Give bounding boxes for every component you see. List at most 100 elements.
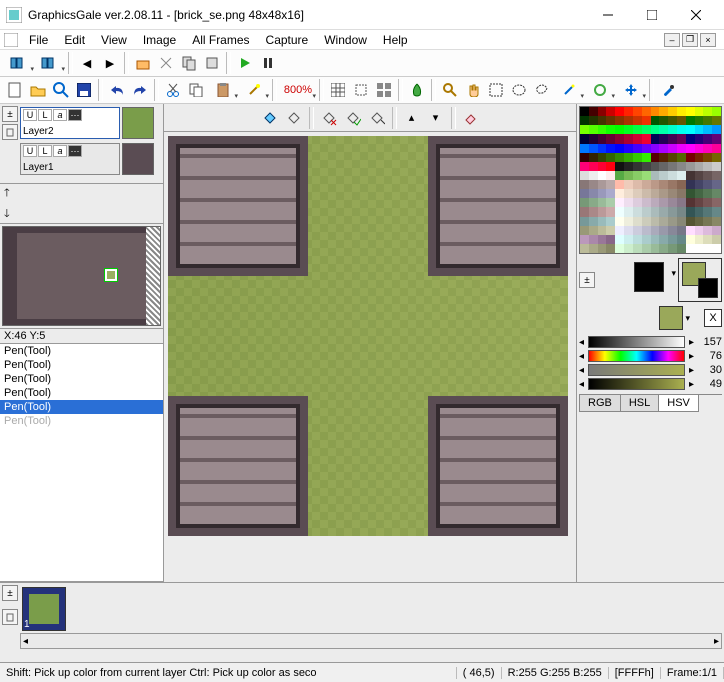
palette-swatch[interactable] — [606, 144, 615, 153]
palette-swatch[interactable] — [712, 189, 721, 198]
palette-swatch[interactable] — [686, 171, 695, 180]
palette-swatch[interactable] — [695, 134, 704, 143]
palette-swatch[interactable] — [633, 144, 642, 153]
palette-swatch[interactable] — [598, 226, 607, 235]
palette-swatch[interactable] — [633, 125, 642, 134]
history-item[interactable]: Pen(Tool) — [0, 386, 163, 400]
palette-swatch[interactable] — [686, 235, 695, 244]
palette-swatch[interactable] — [580, 134, 589, 143]
palette-swatch[interactable] — [615, 171, 624, 180]
palette-swatch[interactable] — [668, 125, 677, 134]
canvas[interactable] — [164, 132, 576, 582]
palette-swatch[interactable] — [712, 144, 721, 153]
frame-action1-icon[interactable] — [132, 52, 154, 74]
palette-swatch[interactable] — [642, 207, 651, 216]
palette-swatch[interactable] — [677, 125, 686, 134]
palette-swatch[interactable] — [633, 180, 642, 189]
palette-swatch[interactable] — [615, 217, 624, 226]
palette-swatch[interactable] — [598, 171, 607, 180]
palette-swatch[interactable] — [589, 171, 598, 180]
palette-swatch[interactable] — [589, 226, 598, 235]
palette-swatch[interactable] — [703, 226, 712, 235]
palette-swatch[interactable] — [703, 153, 712, 162]
palette-swatch[interactable] — [589, 180, 598, 189]
palette-swatch[interactable] — [677, 144, 686, 153]
palette-swatch[interactable] — [668, 189, 677, 198]
palette-swatch[interactable] — [677, 189, 686, 198]
palette-swatch[interactable] — [642, 171, 651, 180]
preview-icon[interactable] — [50, 79, 72, 101]
palette-swatch[interactable] — [606, 189, 615, 198]
palette-swatch[interactable] — [589, 198, 598, 207]
palette-swatch[interactable] — [624, 226, 633, 235]
swap-x-button[interactable]: X — [704, 309, 722, 327]
palette-swatch[interactable] — [659, 134, 668, 143]
hand-tool-icon[interactable] — [462, 79, 484, 101]
palette-swatch[interactable] — [686, 153, 695, 162]
palette-swatch[interactable] — [589, 125, 598, 134]
onion-icon[interactable] — [406, 79, 428, 101]
palette-swatch[interactable] — [659, 162, 668, 171]
palette-swatch[interactable] — [642, 235, 651, 244]
palette-swatch[interactable] — [651, 116, 660, 125]
palette-swatch[interactable] — [615, 116, 624, 125]
palette-swatch[interactable] — [589, 116, 598, 125]
palette-swatch[interactable] — [598, 134, 607, 143]
history-item[interactable]: Pen(Tool) — [0, 372, 163, 386]
palette-swatch[interactable] — [598, 144, 607, 153]
palette-swatch[interactable] — [589, 144, 598, 153]
redo-icon[interactable] — [129, 79, 151, 101]
palette-swatch[interactable] — [659, 153, 668, 162]
frame-next-icon[interactable]: ▶ — [99, 52, 121, 74]
palette-swatch[interactable] — [606, 116, 615, 125]
layer-add-icon[interactable]: ± — [2, 106, 18, 122]
palette-swatch[interactable] — [589, 217, 598, 226]
palette-swatch[interactable] — [651, 207, 660, 216]
bucket-x-icon[interactable] — [318, 107, 340, 129]
color-tab-rgb[interactable]: RGB — [579, 395, 621, 412]
palette-swatch[interactable] — [651, 198, 660, 207]
menu-allframes[interactable]: All Frames — [185, 31, 256, 49]
palette-swatch[interactable] — [580, 198, 589, 207]
palette-swatch[interactable] — [686, 134, 695, 143]
palette-swatch[interactable] — [686, 189, 695, 198]
history-item[interactable]: Pen(Tool) — [0, 414, 163, 428]
save-icon[interactable] — [73, 79, 95, 101]
history-item[interactable]: Pen(Tool) — [0, 344, 163, 358]
rect-select-icon[interactable] — [485, 79, 507, 101]
palette-swatch[interactable] — [659, 217, 668, 226]
palette-swatch[interactable] — [624, 107, 633, 116]
color-slider[interactable]: ◂▸157 — [579, 336, 722, 348]
palette-swatch[interactable] — [695, 189, 704, 198]
palette-swatch[interactable] — [615, 125, 624, 134]
palette-swatch[interactable] — [615, 153, 624, 162]
color-slider[interactable]: ◂▸76 — [579, 350, 722, 362]
palette-swatch[interactable] — [695, 144, 704, 153]
palette-swatch[interactable] — [686, 162, 695, 171]
palette-swatch[interactable] — [686, 226, 695, 235]
palette-swatch[interactable] — [642, 217, 651, 226]
palette-swatch[interactable] — [668, 217, 677, 226]
palette-swatch[interactable] — [580, 235, 589, 244]
palette-swatch[interactable] — [668, 116, 677, 125]
palette-swatch[interactable] — [659, 116, 668, 125]
palette-swatch[interactable] — [624, 198, 633, 207]
palette-swatch[interactable] — [633, 171, 642, 180]
palette-swatch[interactable] — [668, 207, 677, 216]
palette-swatch[interactable] — [695, 153, 704, 162]
palette-swatch[interactable] — [624, 162, 633, 171]
frame-add-icon[interactable]: ± — [2, 585, 18, 601]
palette-swatch[interactable] — [615, 107, 624, 116]
palette-swatch[interactable] — [642, 189, 651, 198]
frame-tool-b-icon[interactable]: ▾ — [35, 52, 65, 74]
pause-icon[interactable] — [257, 52, 279, 74]
slider-track[interactable] — [588, 364, 685, 376]
palette-swatch[interactable] — [651, 153, 660, 162]
palette-swatch[interactable] — [659, 198, 668, 207]
palette-swatch[interactable] — [580, 207, 589, 216]
menu-view[interactable]: View — [94, 31, 134, 49]
palette-swatch[interactable] — [642, 162, 651, 171]
palette-swatch[interactable] — [659, 226, 668, 235]
palette-swatch[interactable] — [651, 107, 660, 116]
palette-swatch[interactable] — [686, 125, 695, 134]
